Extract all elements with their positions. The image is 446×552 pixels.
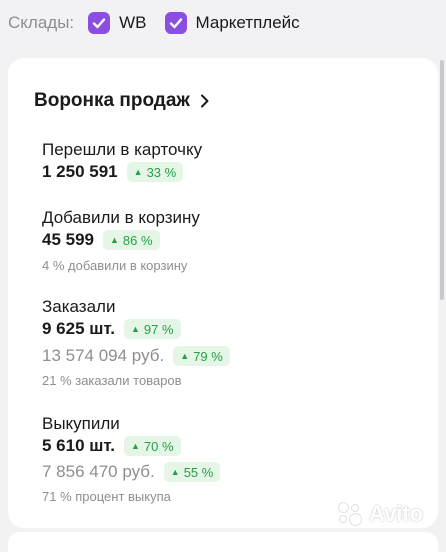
section-buyout-label-row: Выкупили: [42, 414, 120, 434]
section-orders-note-row: 21 % заказали товаров: [42, 373, 182, 388]
conversion-note: 21 % заказали товаров: [42, 373, 182, 388]
triangle-up-icon: ▲: [133, 167, 143, 177]
change-badge: ▲ 55 %: [163, 462, 221, 482]
section-orders-value-row: 9 625 шт. ▲ 97 %: [42, 319, 181, 339]
section-orders-sum-row: 13 574 094 руб. ▲ 79 %: [42, 346, 230, 366]
metric-value: 5 610 шт.: [42, 436, 115, 455]
metric-sum: 13 574 094 руб.: [42, 346, 165, 365]
section-buyout-sum-row: 7 856 470 руб. ▲ 55 %: [42, 462, 221, 482]
change-badge: ▲ 79 %: [173, 346, 230, 366]
chevron-right-icon[interactable]: [200, 94, 210, 108]
triangle-up-icon: ▲: [131, 441, 140, 451]
warehouse-filters: Склады: WB Маркетплейс: [8, 8, 318, 38]
metric-sum: 7 856 470 руб.: [42, 462, 155, 481]
checkbox-wb-label[interactable]: WB: [119, 13, 146, 33]
avito-watermark: Avito: [336, 500, 423, 528]
change-badge: ▲ 97 %: [124, 319, 181, 339]
checkmark-icon: [92, 18, 106, 29]
scrollbar[interactable]: [440, 60, 444, 300]
change-value: 97 %: [143, 321, 174, 337]
checkmark-icon: [169, 18, 182, 29]
section-buyout-note-row: 71 % процент выкупа: [42, 489, 171, 504]
checkbox-marketplace[interactable]: [164, 12, 187, 34]
section-label: Перешли в карточку: [42, 140, 203, 159]
triangle-up-icon: ▲: [170, 467, 180, 477]
section-clicks-value-row: 1 250 591 ▲ 33 %: [42, 162, 184, 182]
section-label: Заказали: [42, 297, 116, 316]
watermark-text: Avito: [369, 501, 424, 526]
section-label: Выкупили: [42, 414, 120, 433]
change-value: 70 %: [143, 438, 174, 454]
checkbox-wb[interactable]: [88, 12, 111, 34]
section-cart-value-row: 45 599 ▲ 86 %: [42, 230, 160, 250]
change-badge: ▲ 70 %: [124, 436, 181, 456]
metric-value: 45 599: [42, 230, 94, 249]
triangle-up-icon: ▲: [131, 324, 140, 334]
conversion-note: 4 % добавили в корзину: [42, 258, 188, 273]
change-value: 79 %: [193, 348, 223, 364]
funnel-title-link[interactable]: Воронка продаж: [34, 90, 210, 112]
section-clicks-label-row: Перешли в карточку: [42, 140, 202, 160]
change-value: 86 %: [122, 232, 153, 248]
change-value: 55 %: [183, 464, 214, 480]
avito-logo-icon: [336, 500, 364, 528]
checkbox-marketplace-label[interactable]: Маркетплейс: [196, 13, 300, 33]
section-cart-note-row: 4 % добавили в корзину: [42, 258, 187, 273]
next-card-edge: [8, 532, 438, 552]
triangle-up-icon: ▲: [180, 351, 190, 361]
change-badge: ▲ 33 %: [126, 162, 184, 182]
funnel-title[interactable]: Воронка продаж: [34, 90, 190, 112]
change-value: 33 %: [146, 164, 177, 180]
triangle-up-icon: ▲: [110, 235, 119, 245]
conversion-note: 71 % процент выкупа: [42, 489, 171, 504]
section-label: Добавили в корзину: [42, 208, 200, 227]
metric-value: 9 625 шт.: [42, 319, 115, 338]
change-badge: ▲ 86 %: [103, 230, 160, 250]
section-buyout-value-row: 5 610 шт. ▲ 70 %: [42, 436, 181, 456]
section-orders-label-row: Заказали: [42, 297, 115, 317]
sales-funnel-card: [8, 58, 438, 528]
filters-label: Склады:: [8, 13, 75, 32]
metric-value: 1 250 591: [42, 162, 118, 181]
section-cart-label-row: Добавили в корзину: [42, 208, 200, 228]
